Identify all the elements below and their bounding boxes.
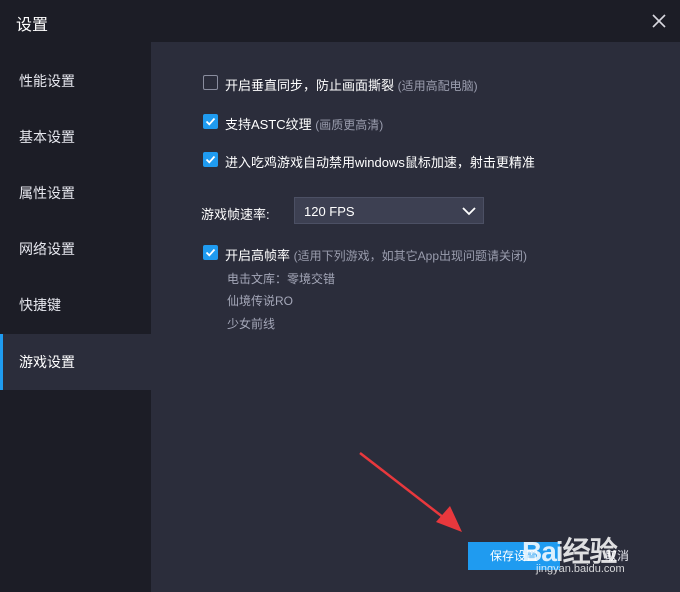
close-button[interactable] xyxy=(646,8,672,34)
option-hint: (适用下列游戏，如其它App出现问题请关闭) xyxy=(293,249,527,263)
watermark-url: jingyan.baidu.com xyxy=(536,563,625,575)
fps-select[interactable]: 120 FPS xyxy=(294,197,484,224)
option-hint: (适用高配电脑) xyxy=(397,79,478,93)
sidebar-item-label: 游戏设置 xyxy=(19,354,75,370)
high-fps-checkbox[interactable] xyxy=(203,245,218,260)
sidebar-item-basic[interactable]: 基本设置 xyxy=(0,109,151,165)
sidebar-item-label: 性能设置 xyxy=(19,73,75,89)
checkmark-icon xyxy=(205,248,216,257)
option-label: 开启垂直同步，防止画面撕裂 xyxy=(225,78,395,93)
mouse-accel-checkbox[interactable] xyxy=(203,152,218,167)
sidebar-item-game-settings[interactable]: 游戏设置 xyxy=(0,334,151,390)
settings-sidebar: 性能设置 基本设置 属性设置 网络设置 快捷键 游戏设置 xyxy=(0,42,151,592)
active-indicator xyxy=(0,334,3,390)
option-label: 开启高帧率 xyxy=(225,248,291,263)
sidebar-item-shortcuts[interactable]: 快捷键 xyxy=(0,277,151,333)
game-settings-panel: 开启垂直同步，防止画面撕裂 (适用高配电脑) 支持ASTC纹理 (画质更高清) … xyxy=(151,42,680,592)
sidebar-item-label: 基本设置 xyxy=(19,129,75,145)
title-bar: 设置 xyxy=(0,0,680,42)
option-label: 支持ASTC纹理 xyxy=(225,117,312,132)
sidebar-item-label: 网络设置 xyxy=(19,241,75,257)
option-label: 进入吃鸡游戏自动禁用windows鼠标加速，射击更精准 xyxy=(225,155,535,170)
sidebar-item-label: 属性设置 xyxy=(19,185,75,201)
supported-game-item: 仙境传说RO xyxy=(227,294,294,308)
vsync-checkbox[interactable] xyxy=(203,75,218,90)
supported-game-item: 少女前线 xyxy=(227,317,276,331)
checkmark-icon xyxy=(205,117,216,126)
astc-checkbox[interactable] xyxy=(203,114,218,129)
option-hint: (画质更高清) xyxy=(315,118,384,132)
sidebar-item-performance[interactable]: 性能设置 xyxy=(0,53,151,109)
sidebar-item-properties[interactable]: 属性设置 xyxy=(0,165,151,221)
sidebar-item-network[interactable]: 网络设置 xyxy=(0,221,151,277)
window-title: 设置 xyxy=(16,17,49,34)
checkmark-icon xyxy=(205,155,216,164)
supported-game-item: 电击文库：零境交错 xyxy=(227,272,336,286)
fps-selected-value: 120 FPS xyxy=(304,204,355,219)
fps-label: 游戏帧速率: xyxy=(201,207,270,222)
sidebar-item-label: 快捷键 xyxy=(19,297,61,313)
chevron-down-icon xyxy=(462,207,476,216)
close-icon xyxy=(652,14,666,28)
